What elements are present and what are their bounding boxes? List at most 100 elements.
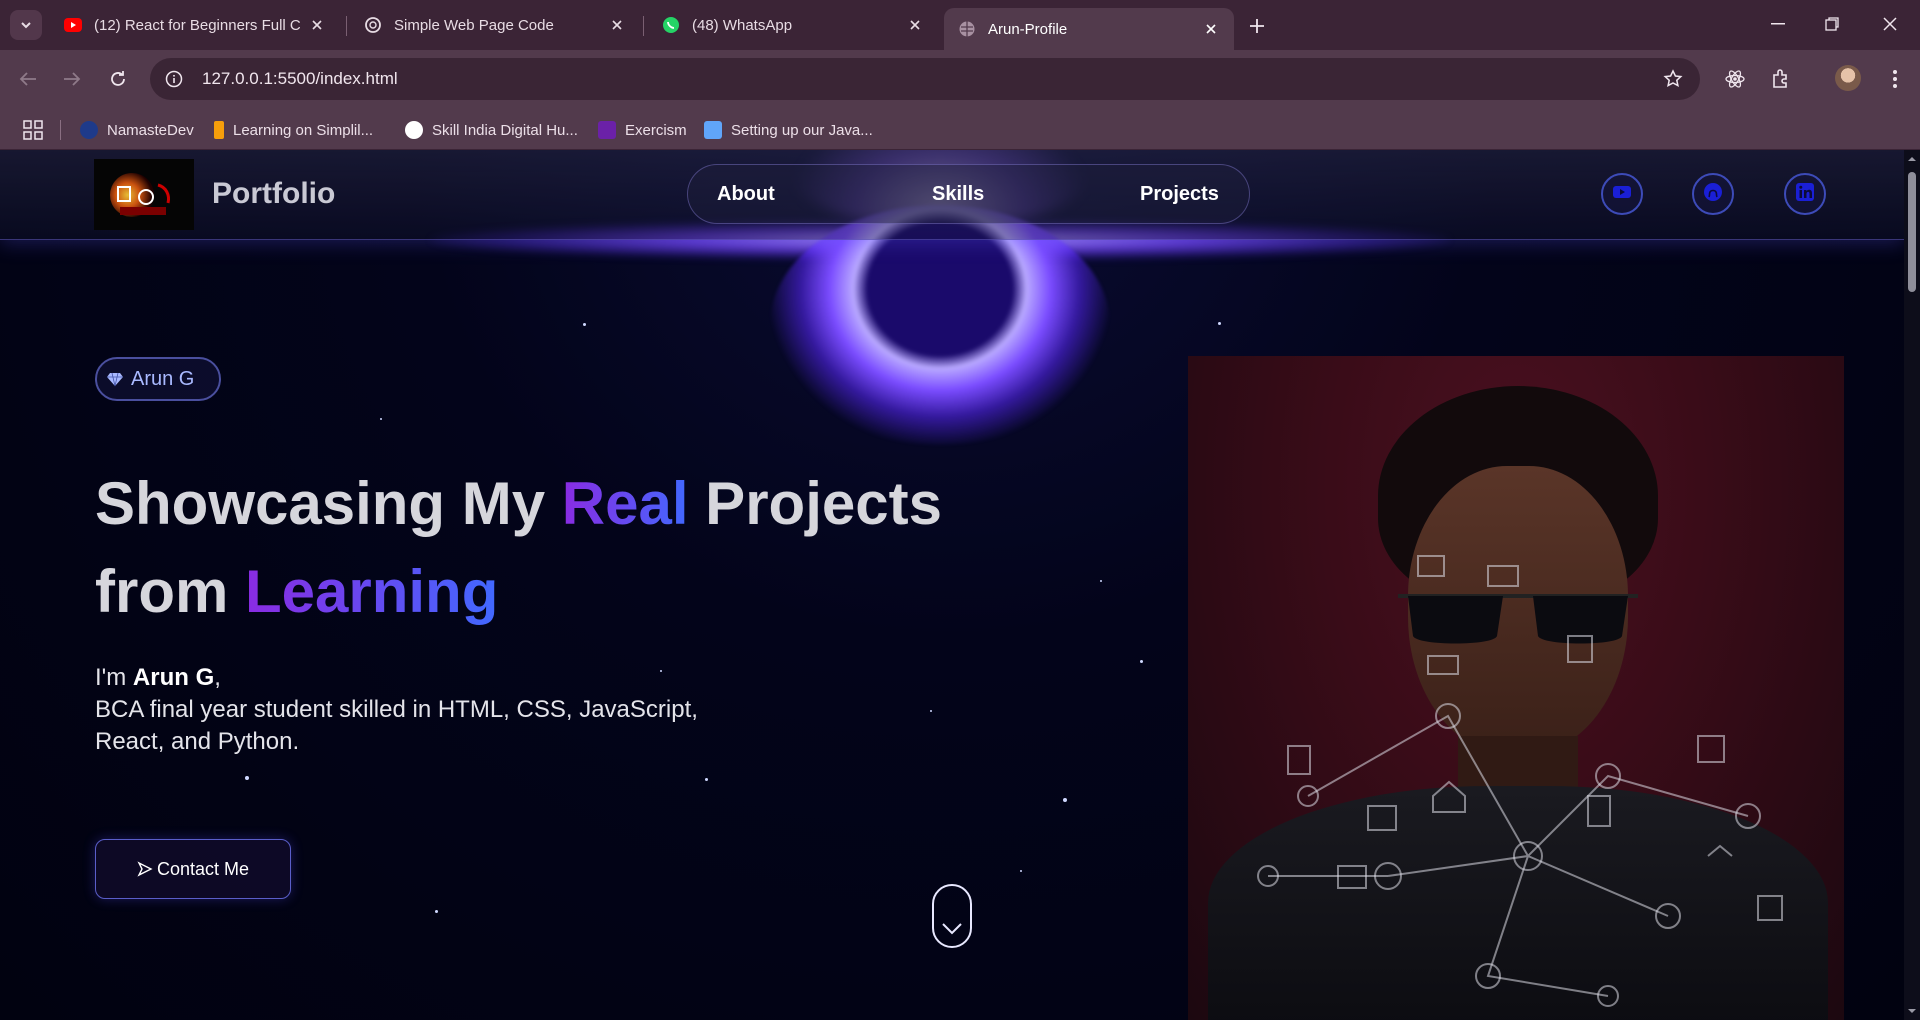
exercism-icon: [598, 121, 616, 139]
bookmark-star-icon[interactable]: [1662, 68, 1684, 90]
nav-menu: About Skills Projects: [687, 164, 1250, 224]
intro-line: React, and Python.: [95, 728, 300, 755]
star: [380, 418, 382, 420]
intro-text: I'm Arun G, BCA final year student skill…: [95, 662, 795, 758]
bookmark-label: Learning on Simplil...: [233, 121, 374, 139]
linkedin-link[interactable]: [1784, 173, 1826, 215]
nav-about[interactable]: About: [717, 183, 775, 206]
tab-youtube[interactable]: (12) React for Beginners Full Co: [50, 8, 340, 42]
page-scrollbar[interactable]: [1904, 150, 1920, 1020]
apps-grid-icon[interactable]: [22, 119, 44, 141]
intro-line: BCA final year student skilled in HTML, …: [95, 696, 698, 723]
intro-greeting: I'm: [95, 664, 133, 691]
badge-label: Arun G: [131, 367, 195, 390]
close-icon: [1883, 17, 1897, 31]
tab-whatsapp[interactable]: (48) WhatsApp: [648, 8, 938, 42]
java-setup-icon: [704, 121, 722, 139]
title-highlight: Real: [561, 470, 689, 537]
minimize-icon: [1771, 23, 1785, 25]
minimize-button[interactable]: [1756, 6, 1800, 42]
bookmark-namastedev[interactable]: NamasteDev: [80, 118, 194, 142]
gem-icon: [107, 372, 123, 387]
new-tab-button[interactable]: [1243, 12, 1271, 40]
github-link[interactable]: [1692, 173, 1734, 215]
namastedev-icon: [80, 121, 98, 139]
bookmark-skill-india[interactable]: Skill India Digital Hu...: [405, 118, 578, 142]
star: [705, 778, 708, 781]
globe-icon: [958, 20, 976, 38]
bookmarks-divider: [60, 120, 61, 140]
bookmark-label: NamasteDev: [107, 121, 194, 139]
site-navbar: Portfolio About Skills Projects: [0, 150, 1904, 240]
scroll-up-arrow-icon[interactable]: [1907, 154, 1917, 164]
title-highlight: Learning: [245, 558, 499, 625]
url-text: 127.0.0.1:5500/index.html: [202, 69, 398, 88]
intro-comma: ,: [214, 664, 221, 691]
plus-icon: [1250, 19, 1264, 33]
tab-chatgpt[interactable]: Simple Web Page Code: [350, 8, 640, 42]
title-text: from: [95, 558, 245, 625]
star: [1020, 870, 1022, 872]
profile-avatar[interactable]: [1835, 65, 1861, 91]
scrollbar-thumb[interactable]: [1908, 172, 1916, 292]
bookmark-exercism[interactable]: Exercism: [598, 118, 687, 142]
star: [583, 323, 586, 326]
tech-icons-overlay: [1257, 555, 1783, 1007]
scroll-down-indicator[interactable]: [932, 884, 972, 948]
linkedin-icon: [1795, 182, 1815, 207]
site-logo[interactable]: [94, 159, 194, 230]
brand-title[interactable]: Portfolio: [212, 177, 335, 211]
tab-search-button[interactable]: [10, 10, 42, 40]
bookmark-java-setup[interactable]: Setting up our Java...: [704, 118, 873, 142]
youtube-link[interactable]: [1601, 173, 1643, 215]
tab-title: (48) WhatsApp: [692, 16, 793, 34]
chevron-down-icon: [942, 923, 962, 935]
forward-button[interactable]: [56, 63, 88, 95]
close-window-button[interactable]: [1868, 6, 1912, 42]
chevron-down-icon: [21, 22, 31, 29]
star: [1140, 660, 1143, 663]
close-icon[interactable]: [608, 16, 626, 34]
bookmarks-bar: NamasteDev Learning on Simplil... Skill …: [0, 108, 1920, 150]
page-viewport: Portfolio About Skills Projects Arun G S…: [0, 150, 1904, 1020]
star: [930, 710, 932, 712]
extensions-icon[interactable]: [1766, 64, 1796, 94]
simplilearn-icon: [214, 121, 224, 139]
tab-separator: [643, 16, 644, 36]
title-text: Showcasing My: [95, 470, 562, 537]
close-icon[interactable]: [906, 16, 924, 34]
tab-title: Simple Web Page Code: [394, 16, 554, 34]
github-icon: [1703, 182, 1723, 207]
send-icon: [137, 861, 153, 877]
close-icon[interactable]: [308, 16, 326, 34]
intro-name: Arun G: [132, 664, 215, 691]
reload-icon: [111, 71, 125, 86]
bookmark-label: Setting up our Java...: [731, 121, 873, 139]
browser-toolbar: 127.0.0.1:5500/index.html: [0, 50, 1920, 108]
chatgpt-icon: [364, 16, 382, 34]
tab-separator: [346, 16, 347, 36]
site-info-icon[interactable]: [160, 65, 188, 93]
react-devtools-icon[interactable]: [1720, 64, 1750, 94]
contact-me-label: Contact Me: [156, 858, 250, 879]
tab-arun-profile[interactable]: Arun-Profile: [944, 8, 1234, 50]
menu-kebab-icon[interactable]: [1880, 64, 1910, 94]
restore-button[interactable]: [1810, 6, 1854, 42]
scroll-down-arrow-icon[interactable]: [1907, 1006, 1917, 1016]
star: [245, 776, 249, 780]
name-badge: Arun G: [95, 357, 221, 401]
tab-title: Arun-Profile: [988, 20, 1068, 38]
reload-button[interactable]: [102, 63, 134, 95]
close-icon[interactable]: [1202, 20, 1220, 38]
address-bar[interactable]: 127.0.0.1:5500/index.html: [150, 58, 1700, 100]
nav-skills[interactable]: Skills: [932, 183, 984, 206]
bookmark-simplilearn[interactable]: Learning on Simplil...: [214, 118, 373, 142]
tab-bar: (12) React for Beginners Full Co Simple …: [0, 0, 1920, 50]
nav-projects[interactable]: Projects: [1140, 183, 1219, 206]
star: [435, 910, 438, 913]
whatsapp-icon: [662, 16, 680, 34]
restore-icon: [1825, 17, 1839, 31]
back-button[interactable]: [12, 63, 44, 95]
contact-me-button[interactable]: Contact Me: [95, 839, 291, 899]
logo-image: [98, 164, 190, 225]
